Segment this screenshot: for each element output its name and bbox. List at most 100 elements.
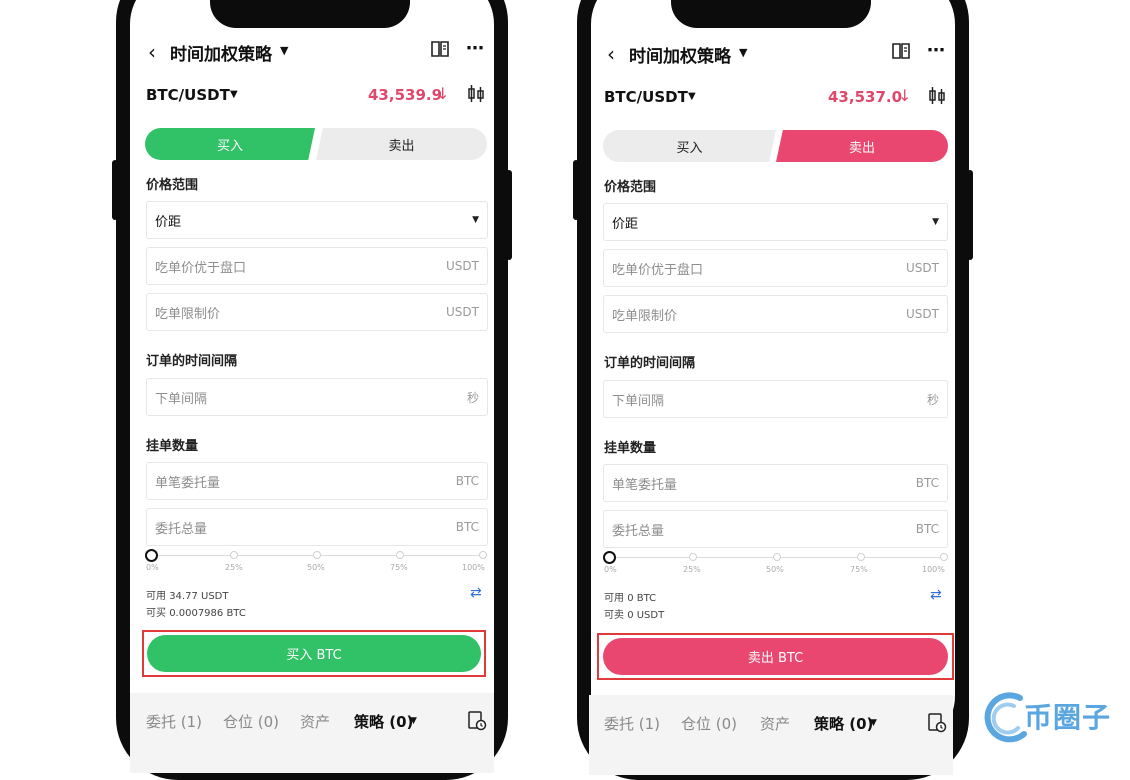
title-dropdown-icon[interactable]: ▼ <box>739 46 747 59</box>
slider-stop-75[interactable] <box>396 551 404 559</box>
slider-stop-100[interactable] <box>940 553 948 561</box>
slider-stop-25[interactable] <box>689 553 697 561</box>
slider-tick-label: 100% <box>462 563 485 572</box>
interval-unit: 秒 <box>466 390 479 405</box>
slider-stop-50[interactable] <box>313 551 321 559</box>
single-amount-placeholder: 单笔委托量 <box>612 477 678 493</box>
taker-limit-input[interactable]: 吃单限制价 USDT <box>146 293 488 331</box>
back-chevron-icon[interactable]: ‹ <box>607 42 615 66</box>
transfer-icon[interactable]: ⇄ <box>930 587 942 603</box>
single-amount-input[interactable]: 单笔委托量 BTC <box>603 464 948 502</box>
tab-assets[interactable]: 资产 <box>760 713 790 734</box>
notch <box>671 0 871 28</box>
price-mode-select[interactable]: 价距 ▼ <box>146 201 488 239</box>
more-icon[interactable]: ⋯ <box>466 38 484 59</box>
volume-button <box>573 160 579 220</box>
strategy-dropdown-icon[interactable]: ▼ <box>870 718 877 728</box>
interval-label: 订单的时间间隔 <box>146 354 238 369</box>
total-amount-placeholder: 委托总量 <box>155 521 208 537</box>
slider-tick-label: 0% <box>604 565 617 574</box>
price-mode-select[interactable]: 价距 ▼ <box>603 203 948 241</box>
trading-pair[interactable]: BTC/USDT <box>146 86 230 104</box>
slider-stop-25[interactable] <box>230 551 238 559</box>
tab-sell[interactable]: 卖出 <box>316 128 487 160</box>
bottom-tab-bar <box>589 695 953 775</box>
page-title[interactable]: 时间加权策略 <box>629 42 731 67</box>
interval-input[interactable]: 下单间隔 秒 <box>603 380 948 418</box>
taker-better-unit: USDT <box>446 259 479 273</box>
taker-better-placeholder: 吃单价优于盘口 <box>612 262 704 278</box>
volume-button <box>112 160 118 220</box>
price-down-arrow-icon: ↓ <box>898 86 912 105</box>
trading-pair[interactable]: BTC/USDT <box>604 88 688 106</box>
tab-positions[interactable]: 仓位 (0) <box>681 713 737 734</box>
tab-buy[interactable]: 买入 <box>145 128 315 160</box>
quantity-label: 挂单数量 <box>146 439 199 454</box>
candlestick-chart-icon[interactable] <box>467 84 485 108</box>
tab-buy[interactable]: 买入 <box>603 130 776 162</box>
select-caret-icon: ▼ <box>932 217 939 227</box>
tab-positions[interactable]: 仓位 (0) <box>223 711 279 732</box>
tab-orders[interactable]: 委托 (1) <box>604 713 660 734</box>
tab-sell[interactable]: 卖出 <box>776 130 948 162</box>
interval-input[interactable]: 下单间隔 秒 <box>146 378 488 416</box>
book-icon[interactable] <box>430 40 450 62</box>
page-title[interactable]: 时间加权策略 <box>170 40 272 65</box>
slider-knob[interactable] <box>145 549 158 562</box>
total-amount-input[interactable]: 委托总量 BTC <box>146 508 488 546</box>
slider-tick-label: 50% <box>766 565 784 574</box>
available-balance: 可用 0 BTC <box>604 589 656 604</box>
single-amount-input[interactable]: 单笔委托量 BTC <box>146 462 488 500</box>
tab-orders[interactable]: 委托 (1) <box>146 711 202 732</box>
tab-assets[interactable]: 资产 <box>300 711 330 732</box>
slider-tick-label: 50% <box>307 563 325 572</box>
slider-tick-label: 0% <box>146 563 159 572</box>
taker-limit-unit: USDT <box>906 307 939 321</box>
title-dropdown-icon[interactable]: ▼ <box>280 44 288 57</box>
taker-better-input[interactable]: 吃单价优于盘口 USDT <box>603 249 948 287</box>
order-history-icon[interactable] <box>927 712 947 738</box>
last-price: 43,537.0 <box>828 88 903 106</box>
taker-better-placeholder: 吃单价优于盘口 <box>155 260 247 276</box>
total-amount-unit: BTC <box>455 520 479 534</box>
taker-limit-input[interactable]: 吃单限制价 USDT <box>603 295 948 333</box>
total-amount-placeholder: 委托总量 <box>612 523 665 539</box>
taker-better-input[interactable]: 吃单价优于盘口 USDT <box>146 247 488 285</box>
slider-stop-75[interactable] <box>857 553 865 561</box>
pair-dropdown-icon[interactable]: ▼ <box>688 91 696 102</box>
available-value: 0 BTC <box>627 593 657 604</box>
pair-dropdown-icon[interactable]: ▼ <box>230 89 238 100</box>
watermark: 币圈子 <box>984 690 1124 743</box>
submit-highlight: 买入 BTC <box>142 630 486 677</box>
max-buy-value: 0.0007986 BTC <box>169 608 246 619</box>
buy-btc-button[interactable]: 买入 BTC <box>147 635 481 672</box>
tab-strategy[interactable]: 策略 (0) <box>814 713 873 734</box>
slider-stop-100[interactable] <box>479 551 487 559</box>
order-history-icon[interactable] <box>467 710 487 736</box>
strategy-dropdown-icon[interactable]: ▼ <box>410 716 417 726</box>
more-icon[interactable]: ⋯ <box>927 40 945 61</box>
sell-btc-button[interactable]: 卖出 BTC <box>603 638 948 675</box>
book-icon[interactable] <box>891 42 911 64</box>
available-label: 可用 <box>146 591 166 602</box>
max-buy: 可买 0.0007986 BTC <box>146 604 246 619</box>
last-price: 43,539.9 <box>368 86 443 104</box>
interval-placeholder: 下单间隔 <box>155 391 208 407</box>
tab-strategy[interactable]: 策略 (0) <box>354 711 413 732</box>
interval-placeholder: 下单间隔 <box>612 393 665 409</box>
transfer-icon[interactable]: ⇄ <box>470 585 482 601</box>
slider-knob[interactable] <box>603 551 616 564</box>
candlestick-chart-icon[interactable] <box>928 86 946 110</box>
quantity-label: 挂单数量 <box>604 441 657 456</box>
slider-tick-label: 75% <box>390 563 408 572</box>
max-sell: 可卖 0 USDT <box>604 606 664 621</box>
slider-stop-50[interactable] <box>773 553 781 561</box>
back-chevron-icon[interactable]: ‹ <box>148 40 156 64</box>
price-mode-value: 价距 <box>155 214 182 230</box>
interval-unit: 秒 <box>926 392 939 407</box>
total-amount-input[interactable]: 委托总量 BTC <box>603 510 948 548</box>
taker-limit-unit: USDT <box>446 305 479 319</box>
single-amount-unit: BTC <box>455 474 479 488</box>
single-amount-unit: BTC <box>915 476 939 490</box>
taker-limit-placeholder: 吃单限制价 <box>612 308 678 324</box>
